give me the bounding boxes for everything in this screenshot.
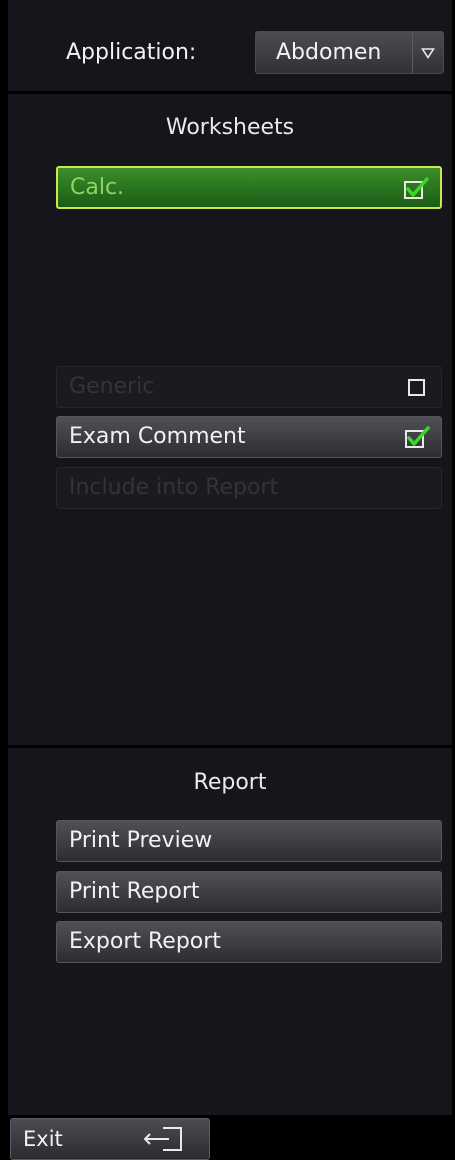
export-report-label: Export Report (69, 929, 221, 954)
checkbox-checked-icon[interactable] (392, 176, 440, 200)
worksheet-exam-comment-label: Exam Comment (69, 424, 246, 449)
checkbox-unchecked-icon (393, 375, 441, 399)
application-label: Application: (66, 40, 197, 65)
checkbox-checked-icon[interactable] (393, 425, 441, 449)
print-preview-button[interactable]: Print Preview (56, 820, 442, 862)
worksheet-calc-label: Calc. (70, 174, 125, 200)
worksheet-generic-button: Generic (56, 366, 442, 408)
exit-label: Exit (23, 1127, 63, 1151)
section-divider (8, 745, 452, 748)
report-title: Report (193, 770, 267, 795)
print-preview-label: Print Preview (69, 828, 213, 853)
left-border (0, 0, 8, 1160)
exit-door-icon (141, 1124, 189, 1154)
print-report-label: Print Report (69, 879, 200, 904)
print-report-button[interactable]: Print Report (56, 871, 442, 913)
application-dropdown[interactable]: Abdomen (255, 31, 444, 74)
triangle-down-icon[interactable] (412, 32, 443, 73)
worksheet-calc-button[interactable]: Calc. (56, 166, 442, 209)
worksheet-exam-comment-button[interactable]: Exam Comment (56, 416, 442, 458)
export-report-button[interactable]: Export Report (56, 921, 442, 963)
header-divider (8, 91, 452, 94)
include-into-report-label: Include into Report (69, 475, 279, 500)
include-into-report-button: Include into Report (56, 467, 442, 509)
worksheets-title: Worksheets (165, 115, 295, 140)
exit-button[interactable]: Exit (10, 1118, 210, 1160)
worksheet-generic-label: Generic (69, 374, 155, 399)
application-dropdown-value: Abdomen (276, 40, 382, 65)
